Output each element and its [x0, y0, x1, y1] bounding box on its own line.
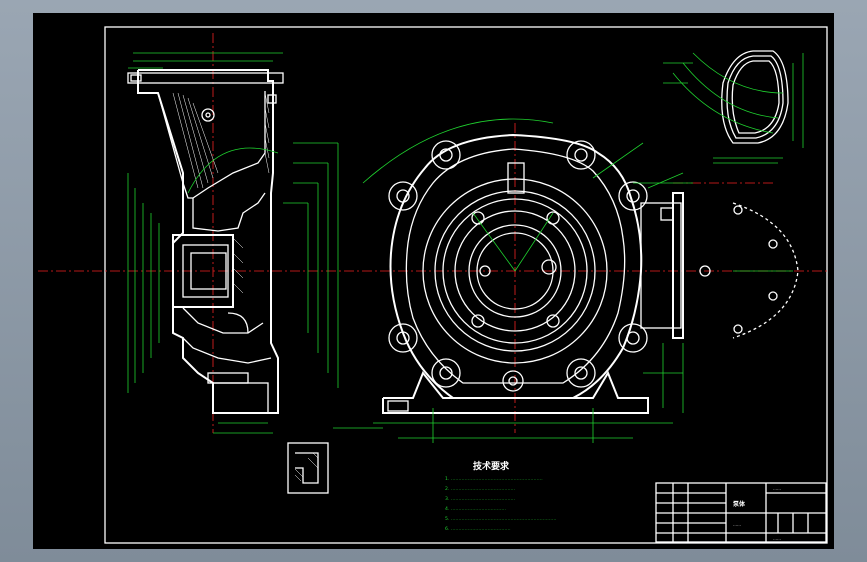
tech-requirements: 技术要求 1. …………………………………………………… 2. ……………………… [445, 460, 557, 532]
tech-req-title: 技术要求 [473, 460, 510, 472]
cad-canvas: 技术要求 1. …………………………………………………… 2. ……………………… [38, 26, 828, 544]
material: …… [733, 522, 741, 527]
tech-req-line: 4. ……………………………… [445, 506, 506, 512]
company-name: …… [773, 536, 781, 541]
front-view [333, 118, 711, 443]
tech-req-line: 5. …………………………………………………………… [445, 516, 557, 522]
section-view [127, 52, 339, 494]
tech-req-line: 2. …………………………………… [445, 486, 516, 492]
tech-req-line: 1. …………………………………………………… [445, 476, 543, 482]
drawing-number: …… [773, 486, 781, 491]
drawing-sheet: 技术要求 1. …………………………………………………… 2. ……………………… [33, 13, 834, 549]
detail-view [663, 50, 804, 164]
part-name: 泵体 [733, 500, 746, 508]
tech-req-line: 3. …………………………………… [445, 496, 516, 502]
title-block: 泵体 …… …… …… [655, 482, 827, 543]
flange-view [732, 202, 799, 339]
tech-req-line: 6. ………………………………… [445, 526, 511, 532]
